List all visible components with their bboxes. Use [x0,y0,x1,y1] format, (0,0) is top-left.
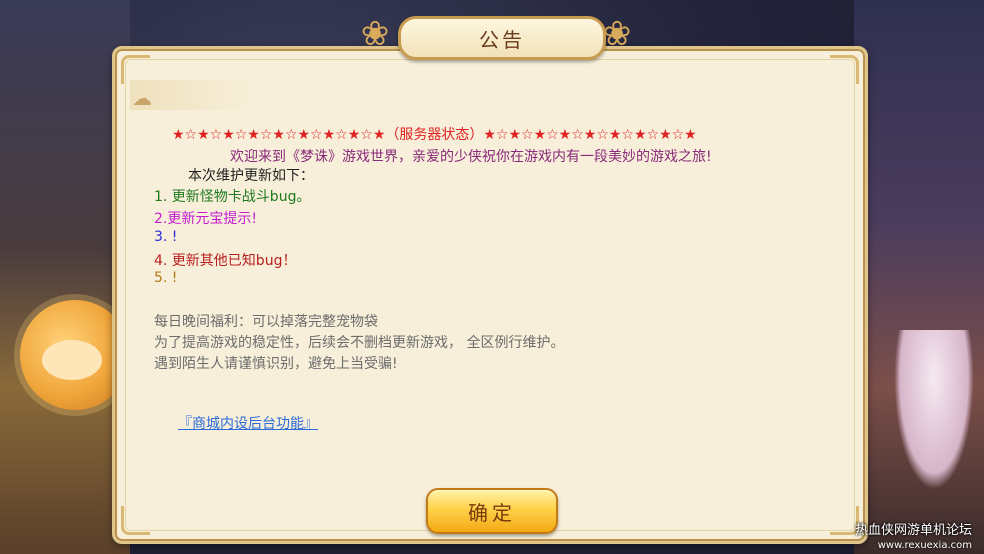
forum-watermark: 热血侠网游单机论坛 [854,523,972,538]
confirm-button-label: 确定 [468,500,516,525]
notice-line: 遇到陌生人请谨慎识别，避免上当受骗! [154,356,398,372]
mall-feature-link[interactable]: 『商城内设后台功能』 [178,413,318,433]
forum-watermark-url: www.rexuexia.com [877,540,972,551]
update-item: 1. 更新怪物卡战斗bug。 [154,189,311,205]
update-item: 4. 更新其他已知bug！ [154,253,297,269]
notice-line: 每日晚间福利：可以掉落完整宠物袋 [154,314,378,330]
confirm-button[interactable]: 确定 [426,488,558,534]
update-item: 3. ! [154,229,178,245]
notice-line: 为了提高游戏的稳定性，后续会不删档更新游戏， 全区例行维护。 [154,335,565,351]
update-item: 2.更新元宝提示! [154,211,257,227]
update-item: 5. ! [154,270,178,286]
announcement-content: ★☆★☆★☆★☆★☆★☆★☆★☆★（服务器状态）★☆★☆★☆★☆★☆★☆★☆★☆… [0,0,984,554]
update-title: 本次维护更新如下： [188,168,314,184]
welcome-message: 欢迎来到《梦诛》游戏世界，亲爱的少侠祝你在游戏内有一段美妙的游戏之旅! [230,149,712,165]
server-status-line: ★☆★☆★☆★☆★☆★☆★☆★☆★（服务器状态）★☆★☆★☆★☆★☆★☆★☆★☆… [172,127,697,143]
